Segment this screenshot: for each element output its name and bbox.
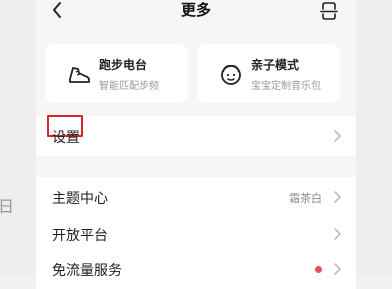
more-sheet: 更多 跑步电台 智能匹配步频 亲子模式 宝宝定制音乐包 设置 主题中心 霜茶白 … [36, 0, 356, 289]
background-panel-left: 日 [0, 0, 36, 274]
row-label: 设置 [52, 130, 80, 146]
card-subtitle: 智能匹配步频 [99, 81, 159, 92]
row-label: 主题中心 [52, 191, 108, 207]
page-title: 更多 [180, 1, 211, 19]
child-face-icon [221, 64, 241, 85]
free-data-service-row[interactable]: 免流量服务 [36, 249, 356, 289]
card-subtitle: 宝宝定制音乐包 [251, 81, 321, 92]
row-label: 开放平台 [52, 228, 108, 244]
parent-child-mode-card[interactable]: 亲子模式 宝宝定制音乐包 [197, 44, 340, 103]
row-value: 霜茶白 [289, 192, 322, 205]
theme-center-row[interactable]: 主题中心 霜茶白 [36, 177, 356, 217]
running-shoe-icon [69, 67, 90, 83]
card-title: 跑步电台 [99, 58, 148, 72]
notification-dot [315, 266, 322, 273]
sheet-header: 更多 [36, 0, 356, 22]
settings-row[interactable]: 设置 [36, 115, 356, 156]
open-platform-row[interactable]: 开放平台 [36, 214, 356, 254]
background-panel-right [356, 0, 392, 274]
chevron-right-icon [334, 191, 341, 203]
card-title: 亲子模式 [251, 58, 300, 72]
row-label: 免流量服务 [52, 263, 122, 279]
background-glyph: 日 [0, 197, 15, 216]
running-radio-card[interactable]: 跑步电台 智能匹配步频 [45, 44, 188, 103]
scan-icon[interactable] [318, 0, 340, 22]
chevron-right-icon [334, 130, 341, 142]
chevron-right-icon [334, 228, 341, 240]
